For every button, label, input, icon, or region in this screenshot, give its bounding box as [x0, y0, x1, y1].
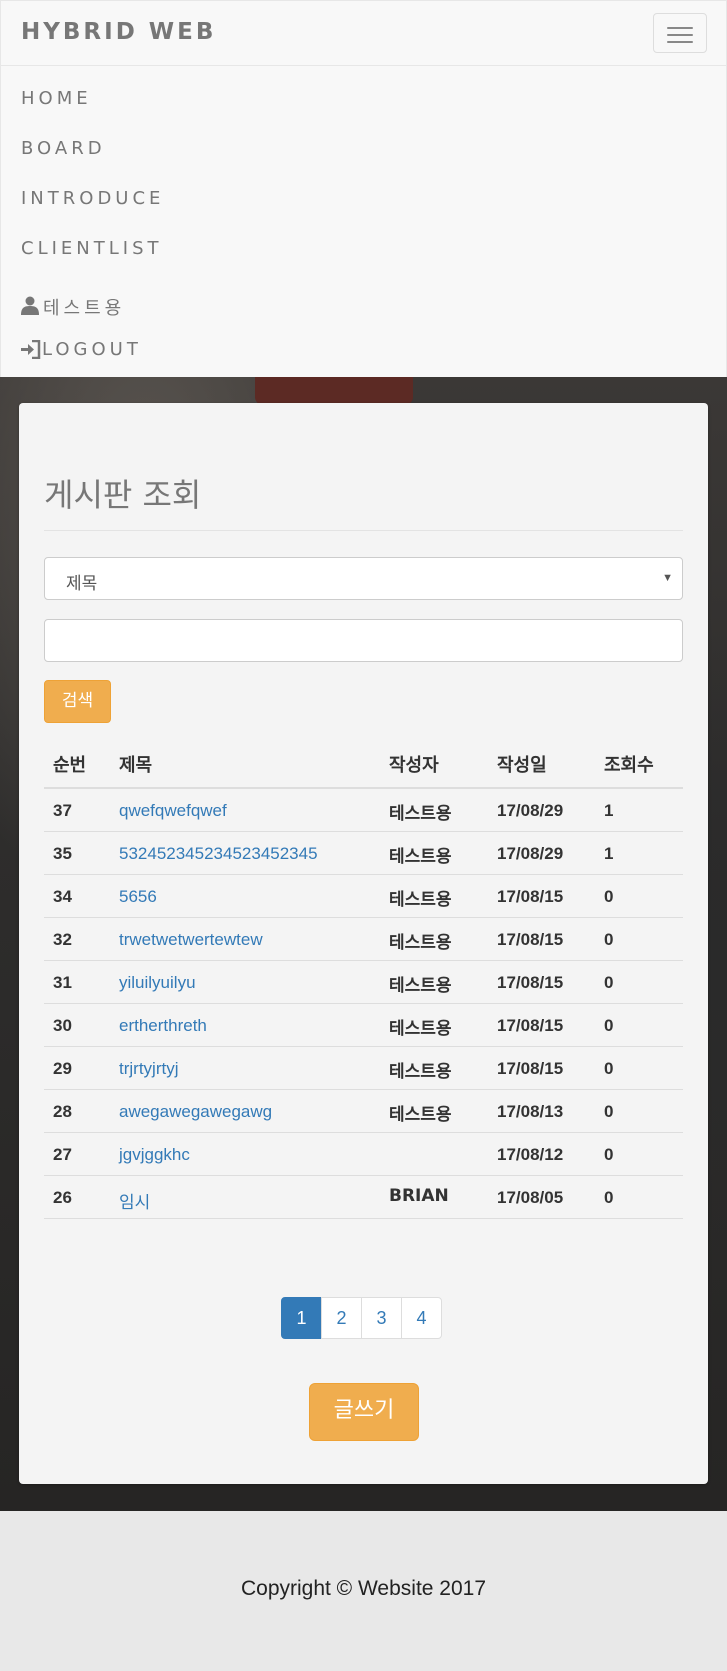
login-icon	[21, 340, 41, 359]
nav-item-home[interactable]: HOME	[21, 88, 92, 109]
row-date: 17/08/15	[497, 930, 564, 949]
row-views: 0	[604, 1188, 614, 1207]
row-title-link[interactable]: yiluilyuilyu	[119, 973, 196, 993]
row-title-link[interactable]: 53245234523452345234​5	[119, 844, 318, 864]
table-row: 31 yiluilyuilyu 테스트용 17/08/15 0	[44, 961, 683, 1004]
user-label: 테스트용	[43, 298, 126, 319]
caret-down-icon: ▼	[662, 572, 673, 584]
row-title-link[interactable]: awegawegawegawg	[119, 1102, 272, 1122]
column-header-title: 제목	[119, 755, 153, 776]
row-no: 30	[53, 1016, 72, 1035]
row-no: 28	[53, 1102, 72, 1121]
row-views: 0	[604, 930, 614, 949]
row-views: 1	[604, 801, 614, 820]
menu-toggle-button[interactable]	[653, 13, 707, 53]
row-views: 0	[604, 887, 614, 906]
nav-item-introduce[interactable]: INTRODUCE	[21, 188, 164, 209]
search-field-select[interactable]: 제목 ▼	[44, 557, 683, 600]
column-header-date: 작성일	[497, 755, 547, 776]
hamburger-icon	[667, 27, 693, 29]
table-row: 27 jgvjggkhc 17/08/12 0	[44, 1133, 683, 1176]
table-row: 35 53245234523452345234​5 테스트용 17/08/29 1	[44, 832, 683, 875]
column-header-views: 조회수	[604, 755, 654, 776]
pagination: 1234	[281, 1297, 442, 1339]
row-title-link[interactable]: trwetwetwertewtew	[119, 930, 263, 950]
row-date: 17/08/29	[497, 801, 564, 820]
row-author: 테스트용	[389, 804, 452, 824]
brand-logo[interactable]: HYBRID WEB	[21, 19, 216, 45]
row-no: 32	[53, 930, 72, 949]
row-views: 0	[604, 1102, 614, 1121]
background-detail	[255, 377, 413, 405]
row-author: 테스트용	[389, 847, 452, 867]
row-views: 0	[604, 1145, 614, 1164]
row-title-link[interactable]: jgvjggkhc	[119, 1145, 190, 1165]
row-date: 17/08/15	[497, 887, 564, 906]
row-views: 0	[604, 1059, 614, 1078]
row-date: 17/08/13	[497, 1102, 564, 1121]
page-button-3[interactable]: 3	[361, 1297, 402, 1339]
title-divider	[44, 530, 683, 531]
nav-item-clientlist[interactable]: CLIENTLIST	[21, 238, 163, 259]
row-title-link[interactable]: qwefqwefqwef	[119, 801, 227, 821]
table-row: 34 5656 테스트용 17/08/15 0	[44, 875, 683, 918]
column-header-author: 작성자	[389, 755, 439, 776]
nav-item-board[interactable]: BOARD	[21, 138, 106, 159]
row-author: 테스트용	[389, 1019, 452, 1039]
navbar-divider	[1, 65, 726, 66]
row-date: 17/08/15	[497, 973, 564, 992]
page-title: 게시판 조회	[44, 476, 202, 514]
row-views: 0	[604, 1016, 614, 1035]
row-date: 17/08/05	[497, 1188, 564, 1207]
row-no: 29	[53, 1059, 72, 1078]
table-row: 28 awegawegawegawg 테스트용 17/08/13 0	[44, 1090, 683, 1133]
row-no: 34	[53, 887, 72, 906]
search-button[interactable]: 검색	[44, 680, 111, 723]
row-no: 26	[53, 1188, 72, 1207]
row-no: 37	[53, 801, 72, 820]
row-author: 테스트용	[389, 1062, 452, 1082]
row-title-link[interactable]: ertherthreth	[119, 1016, 207, 1036]
row-no: 27	[53, 1145, 72, 1164]
footer: Copyright © Website 2017	[0, 1511, 727, 1671]
row-date: 17/08/29	[497, 844, 564, 863]
table-row: 30 ertherthreth 테스트용 17/08/15 0	[44, 1004, 683, 1047]
row-date: 17/08/15	[497, 1059, 564, 1078]
row-title-link[interactable]: 임시	[119, 1188, 150, 1213]
navbar: HYBRID WEB HOME BOARD INTRODUCE CLIENTLI…	[0, 0, 727, 379]
page-button-1[interactable]: 1	[281, 1297, 322, 1339]
row-title-link[interactable]: 5656	[119, 887, 157, 907]
row-date: 17/08/15	[497, 1016, 564, 1035]
row-title-link[interactable]: trjrtyjrtyj	[119, 1059, 178, 1079]
page-button-4[interactable]: 4	[401, 1297, 442, 1339]
write-button[interactable]: 글쓰기	[309, 1383, 419, 1441]
table-row: 37 qwefqwefqwef 테스트용 17/08/29 1	[44, 789, 683, 832]
logout-label: LOGOUT	[42, 339, 142, 360]
row-date: 17/08/12	[497, 1145, 564, 1164]
row-author: 테스트용	[389, 976, 452, 996]
page-button-2[interactable]: 2	[321, 1297, 362, 1339]
row-no: 31	[53, 973, 72, 992]
search-input[interactable]	[44, 619, 683, 662]
row-views: 1	[604, 844, 614, 863]
row-author: BRIAN	[389, 1186, 449, 1206]
board-panel: 게시판 조회 제목 ▼ 검색 순번 제목 작성자 작성일 조회수 37 qwefq…	[19, 403, 708, 1484]
copyright-text: Copyright © Website 2017	[240, 1577, 487, 1600]
table-row: 29 trjrtyjrtyj 테스트용 17/08/15 0	[44, 1047, 683, 1090]
row-author: 테스트용	[389, 1105, 452, 1125]
search-field-value: 제목	[66, 574, 98, 594]
user-icon	[21, 296, 39, 315]
column-header-no: 순번	[53, 755, 87, 776]
row-author: 테스트용	[389, 933, 452, 953]
row-author: 테스트용	[389, 890, 452, 910]
row-no: 35	[53, 844, 72, 863]
table-row: 32 trwetwetwertewtew 테스트용 17/08/15 0	[44, 918, 683, 961]
table-row: 26 임시 BRIAN 17/08/05 0	[44, 1176, 683, 1219]
row-views: 0	[604, 973, 614, 992]
